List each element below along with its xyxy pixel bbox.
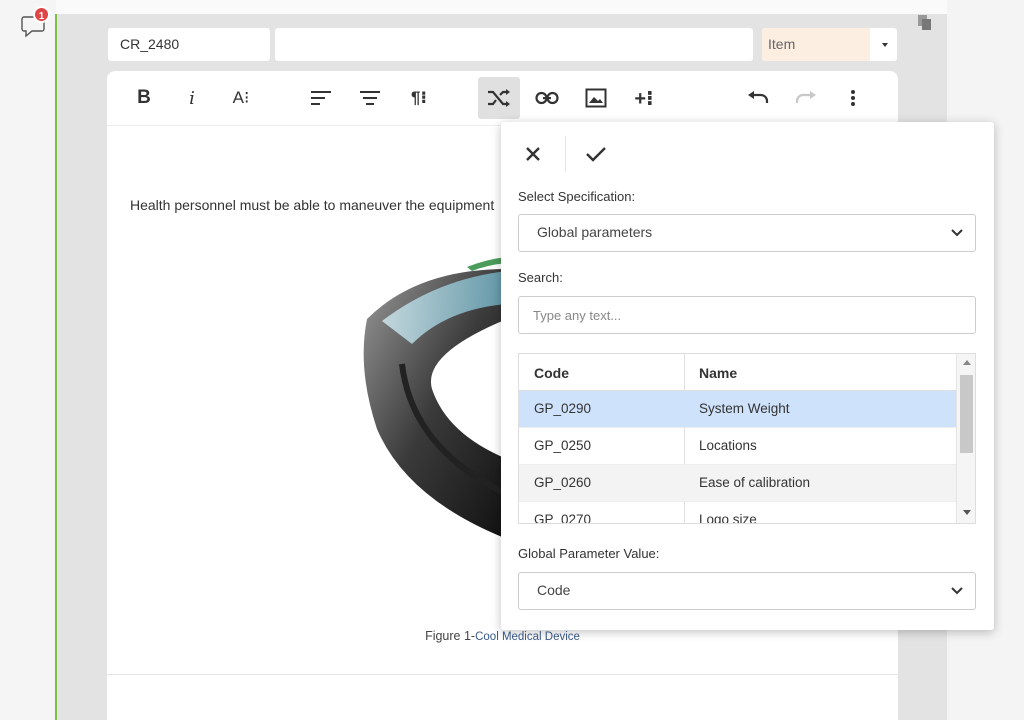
left-rail: [0, 0, 56, 720]
link-icon: [535, 91, 559, 105]
editor-toolbar: B i A⁝ ¶⁝ +⁝: [107, 71, 898, 126]
paragraph-label: ¶⁝: [411, 88, 427, 107]
italic-label: i: [189, 87, 195, 109]
align-left-icon: [311, 91, 331, 105]
align-center-button[interactable]: [349, 77, 391, 119]
chevron-down-icon: [951, 587, 963, 595]
image-icon: [585, 88, 607, 108]
top-strip: [0, 0, 1024, 14]
chevron-down-icon: [951, 229, 963, 237]
caption-prefix: Figure 1-: [425, 629, 476, 643]
italic-button[interactable]: i: [171, 77, 213, 119]
popup-divider: [565, 136, 566, 172]
scroll-up-icon[interactable]: [963, 360, 971, 365]
insert-label: +⁝: [634, 87, 654, 110]
body-text[interactable]: Health personnel must be able to maneuve…: [130, 197, 510, 213]
row-code: GP_0250: [534, 438, 592, 453]
confirm-button[interactable]: [582, 140, 610, 168]
insert-button[interactable]: +⁝: [623, 77, 665, 119]
bold-button[interactable]: B: [123, 77, 165, 119]
close-button[interactable]: [519, 140, 547, 168]
table-row[interactable]: GP_0270 Logo size: [519, 502, 956, 524]
title-field[interactable]: [275, 28, 753, 61]
medical-device-image: [363, 257, 507, 539]
search-input[interactable]: Type any text...: [518, 296, 976, 334]
row-name: Locations: [699, 438, 757, 453]
undo-icon: [748, 91, 769, 103]
row-code: GP_0260: [534, 475, 592, 490]
shuffle-button[interactable]: [478, 77, 520, 119]
more-vertical-icon: [851, 90, 855, 106]
table-scrollbar[interactable]: [956, 354, 975, 523]
chevron-down-icon: [882, 43, 888, 47]
row-name: Logo size: [699, 512, 757, 524]
shuffle-icon: [488, 89, 510, 107]
value-label: Global Parameter Value:: [518, 546, 660, 561]
spec-select[interactable]: Global parameters: [518, 214, 976, 252]
more-options-button[interactable]: [832, 77, 874, 119]
scroll-down-icon[interactable]: [963, 510, 971, 515]
table-row[interactable]: GP_0290 System Weight: [519, 391, 956, 428]
align-left-button[interactable]: [300, 77, 342, 119]
table-row[interactable]: GP_0250 Locations: [519, 428, 956, 465]
row-code: GP_0270: [534, 512, 592, 524]
font-size-label: A⁝: [232, 88, 250, 107]
table-header: Code Name: [519, 354, 956, 391]
type-select[interactable]: Item: [762, 28, 897, 61]
editor-footer-divider: [107, 674, 898, 675]
value-select[interactable]: Code: [518, 572, 976, 610]
row-name: Ease of calibration: [699, 475, 811, 490]
bold-label: B: [137, 87, 151, 108]
caption-text: Cool Medical Device: [475, 631, 580, 643]
row-code: GP_0290: [534, 401, 592, 416]
header-name[interactable]: Name: [699, 365, 737, 381]
align-center-icon: [360, 91, 380, 105]
parameter-popup: Select Specification: Global parameters …: [501, 122, 994, 630]
header-code[interactable]: Code: [534, 365, 569, 381]
image-button[interactable]: [575, 77, 617, 119]
link-button[interactable]: [526, 77, 568, 119]
scroll-thumb[interactable]: [960, 375, 973, 453]
figure-caption: Figure 1-Cool Medical Device: [107, 629, 898, 643]
id-field[interactable]: CR_2480: [108, 28, 270, 61]
redo-button[interactable]: [785, 77, 827, 119]
table-row[interactable]: GP_0260 Ease of calibration: [519, 465, 956, 502]
paragraph-button[interactable]: ¶⁝: [398, 77, 440, 119]
value-select-value: Code: [537, 582, 571, 598]
row-name: System Weight: [699, 401, 790, 416]
parameter-table: Code Name GP_0290 System Weight GP_0250 …: [518, 353, 976, 524]
font-size-button[interactable]: A⁝: [220, 77, 262, 119]
undo-button[interactable]: [737, 77, 779, 119]
copy-icon[interactable]: [917, 14, 933, 32]
select-spec-label: Select Specification:: [518, 189, 636, 204]
spec-select-value: Global parameters: [537, 224, 653, 240]
check-icon: [586, 147, 606, 162]
search-label: Search:: [518, 270, 563, 285]
close-icon: [526, 147, 540, 161]
notification-badge: 1: [33, 6, 50, 23]
redo-icon: [795, 91, 816, 103]
type-select-value: Item: [762, 28, 870, 61]
